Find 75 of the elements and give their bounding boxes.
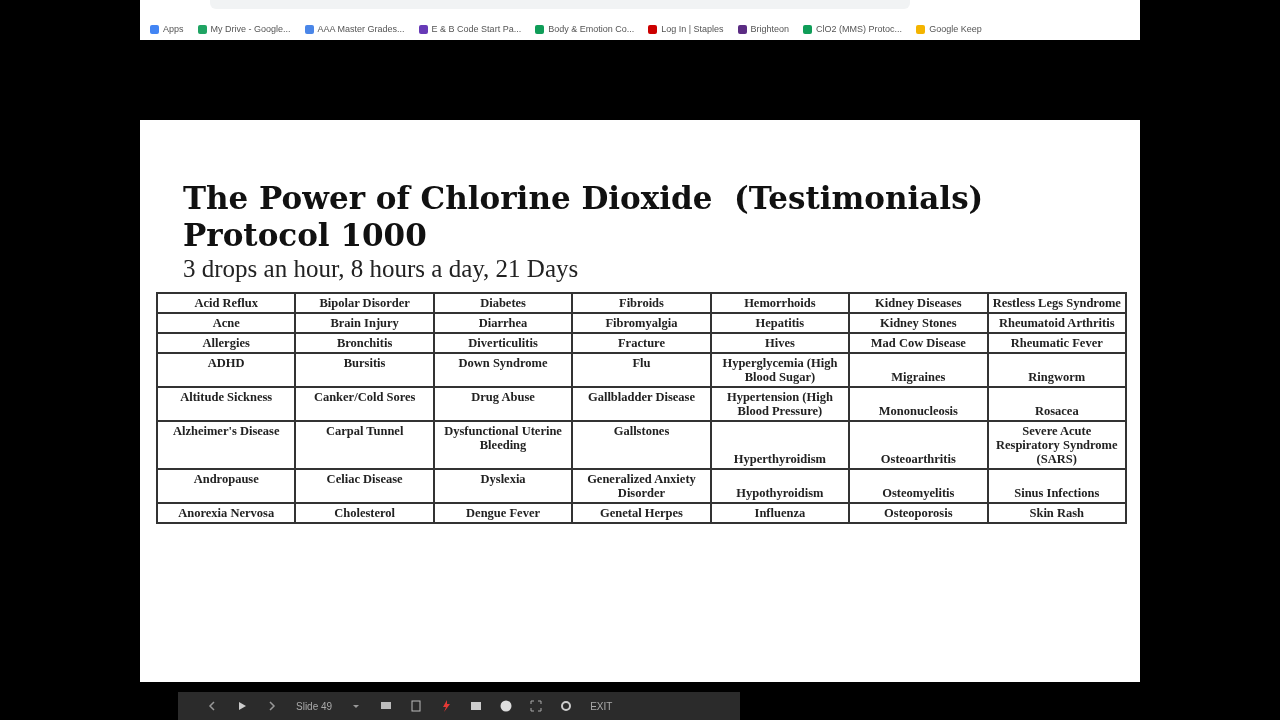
next-icon[interactable] <box>266 700 278 712</box>
bookmark-item[interactable]: Body & Emotion Co... <box>535 24 635 34</box>
bookmark-item[interactable]: Brighteon <box>737 24 790 34</box>
table-cell: Hemorrhoids <box>710 293 850 313</box>
slide-title: The Power of Chlorine Dioxide (Testimonials) <box>183 180 985 217</box>
table-cell: Fibroids <box>572 293 711 313</box>
table-cell: Diverticulitis <box>433 333 573 353</box>
table-cell: Celiac Disease <box>295 469 434 503</box>
table-cell: Hyperglycemia (High Blood Sugar) <box>710 353 850 387</box>
table-cell: Osteoporosis <box>849 503 988 523</box>
table-cell: Acne <box>157 313 296 333</box>
laser-icon[interactable] <box>440 700 453 712</box>
table-cell: Drug Abuse <box>433 387 573 421</box>
table-cell: Dysfunctional Uterine Bleeding <box>433 421 573 469</box>
table-cell: Altitude Sickness <box>157 387 296 421</box>
table-cell: Alzheimer's Disease <box>157 421 296 469</box>
table-cell: Canker/Cold Sores <box>295 387 434 421</box>
table-cell: Ringworm <box>987 353 1126 387</box>
table-cell: Migraines <box>849 353 988 387</box>
table-cell: Hypothyroidism <box>710 469 850 503</box>
table-cell: Osteoarthritis <box>849 421 988 469</box>
slide-selector[interactable]: Slide 49 <box>296 700 333 712</box>
table-cell: Skin Rash <box>987 503 1126 523</box>
bookmark-item[interactable]: ClO2 (MMS) Protoc... <box>803 24 903 34</box>
table-cell: Bronchitis <box>295 333 434 353</box>
table-cell: Bursitis <box>295 353 434 387</box>
table-cell: Fibromyalgia <box>572 313 711 333</box>
table-cell: Flu <box>572 353 711 387</box>
table-cell: Bipolar Disorder <box>295 293 434 313</box>
table-cell: Acid Reflux <box>157 293 296 313</box>
table-cell: Mononucleosis <box>849 387 988 421</box>
bookmark-item[interactable]: Google Keep <box>916 24 982 34</box>
exit-button[interactable]: EXIT <box>590 700 613 712</box>
table-cell: Hyperthyroidism <box>710 421 850 469</box>
table-cell: Kidney Diseases <box>849 293 988 313</box>
table-cell: Hypertension (High Blood Pressure) <box>710 387 850 421</box>
table-cell: Diabetes <box>433 293 573 313</box>
table-cell: Anorexia Nervosa <box>157 503 296 523</box>
play-icon[interactable] <box>236 700 248 712</box>
table-cell: Gallbladder Disease <box>572 387 711 421</box>
table-cell: ADHD <box>157 353 296 387</box>
table-cell: Hives <box>710 333 850 353</box>
table-cell: Restless Legs Syndrome <box>987 293 1126 313</box>
bookmark-item[interactable]: E & B Code Start Pa... <box>418 24 522 34</box>
fullscreen-icon[interactable] <box>530 700 543 712</box>
bookmark-item[interactable]: Apps <box>150 24 184 34</box>
slide-title: Protocol 1000 <box>183 217 428 254</box>
table-cell: Dengue Fever <box>433 503 573 523</box>
bookmark-item[interactable]: My Drive - Google... <box>197 24 291 34</box>
table-cell: Fracture <box>572 333 711 353</box>
table-cell: Andropause <box>157 469 296 503</box>
table-cell: Carpal Tunnel <box>295 421 434 469</box>
table-cell: Rosacea <box>987 387 1126 421</box>
table-cell: Generalized Anxiety Disorder <box>572 469 711 503</box>
table-cell: Diarrhea <box>433 313 573 333</box>
bookmark-item[interactable]: Log In | Staples <box>648 24 724 34</box>
slide-subtitle: 3 drops an hour, 8 hours a day, 21 Days <box>183 254 580 284</box>
table-cell: Kidney Stones <box>849 313 988 333</box>
bookmark-item[interactable]: AAA Master Grades... <box>304 24 405 34</box>
table-cell: Dyslexia <box>433 469 573 503</box>
table-cell: Gallstones <box>572 421 711 469</box>
table-cell: Down Syndrome <box>433 353 573 387</box>
table-cell: Genetal Herpes <box>572 503 711 523</box>
table-cell: Rheumatic Fever <box>987 333 1126 353</box>
table-cell: Sinus Infections <box>987 469 1126 503</box>
previous-icon[interactable] <box>206 700 218 712</box>
table-cell: Rheumatoid Arthritis <box>987 313 1126 333</box>
table-cell: Hepatitis <box>710 313 850 333</box>
table-cell: Mad Cow Disease <box>849 333 988 353</box>
table-cell: Brain Injury <box>295 313 434 333</box>
table-cell: Allergies <box>157 333 296 353</box>
table-cell: Influenza <box>710 503 850 523</box>
table-cell: Severe Acute Respiratory Syndrome (SARS) <box>987 421 1126 469</box>
table-cell: Cholesterol <box>295 503 434 523</box>
table-cell: Osteomyelitis <box>849 469 988 503</box>
